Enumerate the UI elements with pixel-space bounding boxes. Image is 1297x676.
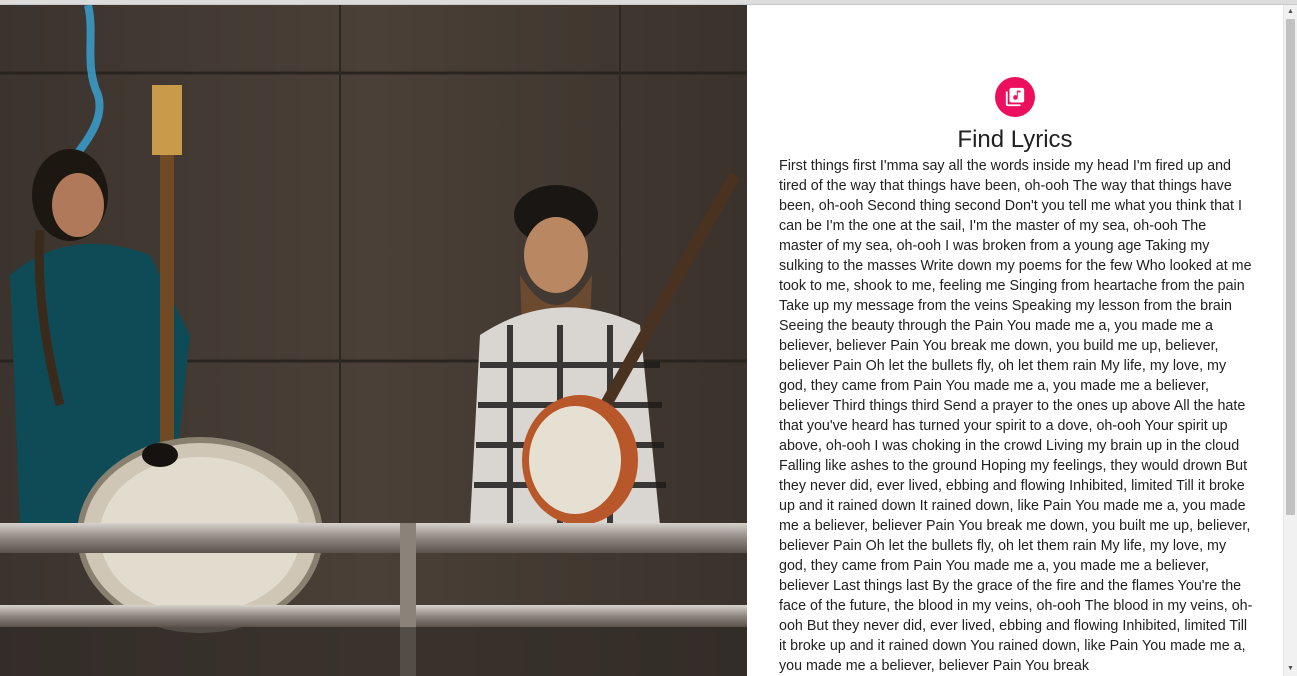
lyrics-panel: Find Lyrics First things first I'mma say… xyxy=(747,5,1283,676)
musicians-photo xyxy=(0,5,747,676)
music-library-icon xyxy=(995,77,1035,117)
scroll-up-arrow-icon[interactable]: ▲ xyxy=(1284,5,1297,18)
page-scrollbar[interactable]: ▲ ▼ xyxy=(1283,5,1297,676)
scroll-thumb[interactable] xyxy=(1286,19,1295,515)
hero-photo xyxy=(0,5,747,676)
page-title: Find Lyrics xyxy=(957,126,1073,153)
scroll-down-arrow-icon[interactable]: ▼ xyxy=(1284,662,1297,675)
lyrics-text: First things first I'mma say all the wor… xyxy=(779,158,1253,674)
